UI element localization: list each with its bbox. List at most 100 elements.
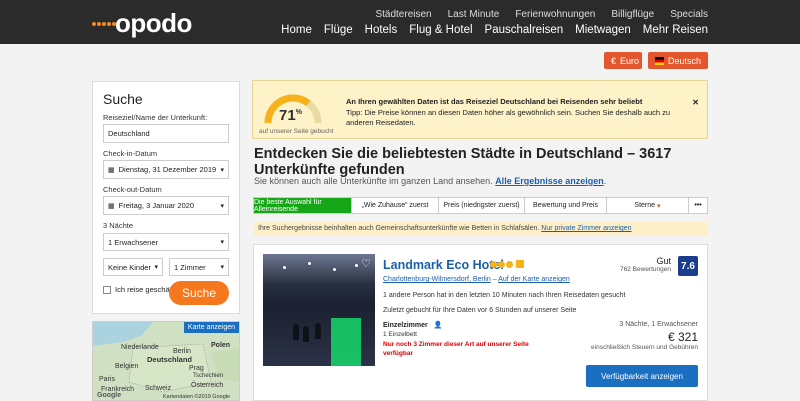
photo-lamp [308, 262, 311, 265]
checkout-input[interactable]: ▦ Freitag, 3 Januar 2020 ▾ [103, 196, 229, 215]
destination-input[interactable]: Deutschland [103, 124, 229, 143]
tab-stars-label: Sterne [634, 202, 656, 209]
map-label: Niederlande [121, 344, 159, 351]
private-rooms-link[interactable]: Nur private Zimmer anzeigen [541, 225, 631, 232]
map-label: Prag [189, 365, 204, 372]
main-nav-fluege[interactable]: Flüge [324, 24, 353, 36]
hotel-card[interactable]: ♡ Landmark Eco Hotel Charlottenburg-Wilm… [253, 244, 708, 401]
star-icon [490, 260, 497, 268]
top-nav-specials[interactable]: Specials [670, 9, 708, 20]
chevron-down-icon: ▾ [220, 239, 224, 246]
map-label: Paris [99, 376, 115, 383]
last-booked-notice: Zuletzt gebucht für Ihre Daten vor 6 Stu… [383, 307, 577, 314]
checkout-label: Check-out-Datum [103, 185, 162, 194]
map-label: Österreich [191, 382, 224, 389]
heart-icon[interactable]: ♡ [361, 257, 371, 270]
person-icon: 👤 [433, 322, 443, 329]
all-results-link[interactable]: Alle Ergebnisse anzeigen [495, 176, 604, 186]
gauge-value: 71 [279, 107, 296, 124]
notice-text: Ihre Suchergebnisse beinhalten auch Geme… [258, 225, 540, 232]
checkin-input[interactable]: ▦ Dienstag, 31 Dezember 2019 ▾ [103, 160, 229, 179]
map-copyright: Kartendaten ©2019 Google [163, 394, 231, 400]
star-icon [506, 260, 513, 268]
calendar-icon: ▦ [108, 202, 115, 210]
chevron-down-icon: ▾ [220, 264, 224, 271]
top-nav-billigfluege[interactable]: Billigflüge [611, 9, 654, 20]
opodo-logo[interactable]: opodo [92, 8, 192, 39]
gauge-percent: 71% [279, 107, 302, 124]
top-nav: Städtereisen Last Minute Ferienwohnungen… [375, 9, 708, 20]
photo-figure [315, 323, 321, 339]
check-availability-button[interactable]: Verfügbarkeit anzeigen [586, 365, 698, 387]
district-link[interactable]: Charlottenburg-Wilmersdorf, Berlin [383, 276, 491, 283]
main-nav-mietwagen[interactable]: Mietwagen [575, 24, 631, 36]
page-subtitle: Sie können auch alle Unterkünfte im ganz… [254, 176, 606, 186]
main-nav-home[interactable]: Home [281, 24, 312, 36]
photo-figure [303, 326, 309, 342]
chevron-down-icon: ▾ [220, 202, 224, 210]
hotel-price: € 321 [667, 330, 698, 344]
currency-button[interactable]: € Euro [604, 52, 642, 69]
availability-warning: Nur noch 3 Zimmer dieser Art auf unserer… [383, 341, 529, 357]
map-label: Tschechien [193, 373, 224, 379]
chevron-down-icon: ▾ [657, 202, 661, 210]
main-nav: Home Flüge Hotels Flug & Hotel Pauschalr… [281, 24, 708, 36]
bed-info: 1 Einzelbett [383, 331, 417, 338]
map-preview[interactable]: Karte anzeigen Niederlande Berlin Polen … [92, 321, 240, 401]
main-nav-pauschalreisen[interactable]: Pauschalreisen [485, 24, 564, 36]
gauge-caption: auf unserer Seite gebucht [259, 128, 334, 135]
price-note: einschließlich Steuern und Gebühren [591, 344, 698, 351]
rooms-select[interactable]: 1 Zimmer ▾ [169, 258, 229, 276]
photo-figure [293, 324, 299, 340]
banner-title: An Ihren gewählten Daten ist das Reisezi… [346, 97, 643, 106]
language-button[interactable]: Deutsch [648, 52, 708, 69]
map-label: Belgien [115, 363, 139, 370]
logo-text: opodo [115, 8, 192, 38]
top-nav-last-minute[interactable]: Last Minute [448, 9, 500, 20]
subtitle-text: Sie können auch alle Unterkünfte im ganz… [254, 176, 493, 186]
photo-lamp [355, 264, 358, 267]
show-on-map-link[interactable]: Auf der Karte anzeigen [498, 276, 570, 283]
show-map-button[interactable]: Karte anzeigen [183, 322, 239, 333]
recent-search-notice: 1 andere Person hat in den letzten 10 Mi… [383, 292, 626, 299]
destination-value: Deutschland [108, 129, 150, 138]
top-nav-ferienwohnungen[interactable]: Ferienwohnungen [515, 9, 595, 20]
banner-text: Tipp: Die Preise können an diesen Daten … [346, 108, 671, 127]
adults-select[interactable]: 1 Erwachsener ▾ [103, 233, 229, 251]
room-name: Einzelzimmer [383, 322, 428, 329]
tab-rating-price[interactable]: Bewertung und Preis [525, 198, 607, 213]
tab-best-solo[interactable]: Die beste Auswahl für Alleinreisende [254, 198, 352, 213]
chevron-down-icon: ▾ [220, 166, 224, 174]
stay-summary: 3 Nächte, 1 Erwachsener [619, 321, 698, 328]
photo-green-counter [331, 318, 361, 366]
hotel-name[interactable]: Landmark Eco Hotel [383, 258, 504, 272]
checkin-label: Check-in-Datum [103, 149, 158, 158]
nights-count: 3 Nächte [103, 221, 134, 230]
close-icon[interactable]: ✕ [692, 98, 699, 107]
map-label: Polen [211, 342, 231, 349]
search-panel: Suche Reiseziel/Name der Unterkunft: Deu… [92, 81, 240, 314]
star-icon [498, 260, 505, 268]
business-checkbox[interactable] [103, 285, 111, 294]
search-button[interactable]: Suche [169, 281, 229, 305]
top-nav-staedtereisen[interactable]: Städtereisen [375, 9, 431, 20]
children-value: Keine Kinder [108, 262, 151, 272]
review-count[interactable]: 762 Bewertungen [620, 266, 671, 273]
map-label: Deutschland [147, 355, 193, 364]
tab-price-low[interactable]: Preis (niedrigster zuerst) [439, 198, 525, 213]
sort-tabs: Die beste Auswahl für Alleinreisende „Wi… [253, 197, 708, 214]
google-logo: Google [97, 392, 122, 399]
tab-like-home[interactable]: „Wie Zuhause“ zuerst [352, 198, 439, 213]
hotel-stars [490, 260, 524, 268]
hotel-location: Charlottenburg-Wilmersdorf, Berlin – Auf… [383, 276, 570, 283]
checkout-value: Freitag, 3 Januar 2020 [118, 201, 195, 210]
children-select[interactable]: Keine Kinder ▾ [103, 258, 163, 276]
more-options-button[interactable]: ••• [689, 198, 707, 213]
tab-stars[interactable]: Sterne ▾ [607, 198, 689, 213]
main-nav-flug-hotel[interactable]: Flug & Hotel [409, 24, 472, 36]
map-label: Schweiz [145, 385, 172, 392]
main-nav-hotels[interactable]: Hotels [365, 24, 398, 36]
map-label: Berlin [173, 348, 191, 355]
main-nav-mehr-reisen[interactable]: Mehr Reisen [643, 24, 708, 36]
hotel-photo[interactable]: ♡ [263, 254, 375, 366]
